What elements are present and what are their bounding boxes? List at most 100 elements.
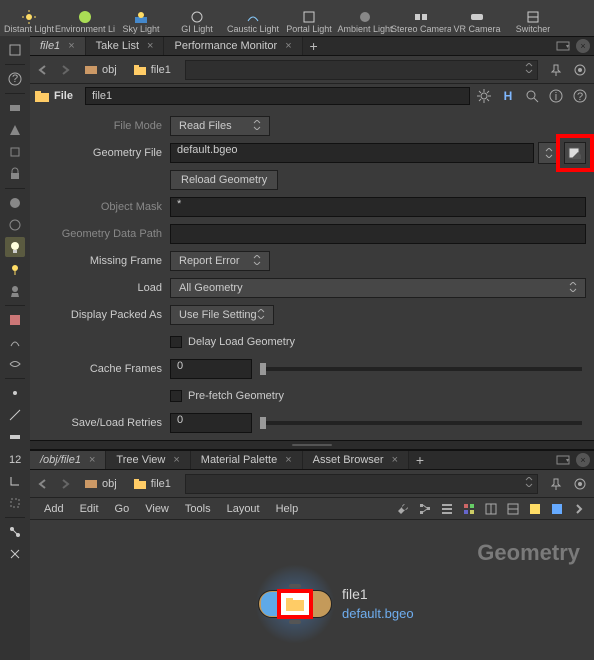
pin-button[interactable] xyxy=(546,60,566,80)
nav-back[interactable] xyxy=(34,61,52,79)
reload-geometry-button[interactable]: Reload Geometry xyxy=(170,170,278,190)
tab--obj-file1[interactable]: /obj/file1× xyxy=(30,451,106,469)
tab-material-palette[interactable]: Material Palette× xyxy=(191,451,303,469)
net-tool-tree[interactable] xyxy=(416,500,434,518)
menu-help[interactable]: Help xyxy=(268,503,307,515)
tool-n[interactable] xyxy=(5,522,25,542)
pane-splitter[interactable] xyxy=(30,440,594,450)
tool-b[interactable] xyxy=(5,120,25,140)
net-tool-d[interactable] xyxy=(570,500,588,518)
menu-add[interactable]: Add xyxy=(36,503,72,515)
close-icon[interactable]: × xyxy=(392,454,398,466)
net-tool-b[interactable] xyxy=(504,500,522,518)
shelf-ambient-light[interactable]: Ambient Light xyxy=(338,8,392,36)
tool-j[interactable] xyxy=(5,354,25,374)
tool-dot[interactable] xyxy=(5,383,25,403)
upper-pane-menu[interactable] xyxy=(554,39,572,53)
shelf-vr-camera[interactable]: VR Camera xyxy=(450,8,504,36)
node-name-input[interactable]: file1 xyxy=(85,87,470,105)
upper-add-tab[interactable]: + xyxy=(303,38,325,54)
retries-slider[interactable] xyxy=(260,421,582,425)
hda-toggle[interactable]: H xyxy=(498,86,518,106)
missing-frame-select[interactable]: Report Error xyxy=(170,251,270,271)
gear-icon[interactable] xyxy=(474,86,494,106)
retries-input[interactable]: 0 xyxy=(170,413,252,433)
tool-g[interactable] xyxy=(5,281,25,301)
menu-edit[interactable]: Edit xyxy=(72,503,107,515)
search-icon[interactable] xyxy=(522,86,542,106)
net-nav-fwd[interactable] xyxy=(56,475,74,493)
close-icon[interactable]: × xyxy=(173,454,179,466)
geo-data-path-input[interactable] xyxy=(170,224,586,244)
shelf-environment-light[interactable]: Environment Light xyxy=(58,8,112,36)
close-icon[interactable]: × xyxy=(285,454,291,466)
path-file1[interactable]: file1 xyxy=(127,60,177,80)
display-packed-select[interactable]: Use File Setting xyxy=(170,305,274,325)
net-tool-wrench[interactable] xyxy=(394,500,412,518)
tool-lock[interactable] xyxy=(5,164,25,184)
shelf-portal-light[interactable]: Portal Light xyxy=(282,8,336,36)
close-icon[interactable]: × xyxy=(89,454,95,466)
shelf-gi-light[interactable]: GI Light xyxy=(170,8,224,36)
net-path-field[interactable] xyxy=(185,474,538,494)
tool-k[interactable] xyxy=(5,427,25,447)
upper-pane-close[interactable]: × xyxy=(576,39,590,53)
cache-frames-input[interactable]: 0 xyxy=(170,359,252,379)
delay-load-checkbox[interactable]: Delay Load Geometry xyxy=(170,336,295,348)
net-pin-button[interactable] xyxy=(546,474,566,494)
tool-select[interactable] xyxy=(5,40,25,60)
link-toggle[interactable] xyxy=(570,60,590,80)
tool-help[interactable]: ? xyxy=(5,69,25,89)
tool-line[interactable] xyxy=(5,405,25,425)
net-path-file1[interactable]: file1 xyxy=(127,474,177,494)
net-path-obj[interactable]: obj xyxy=(78,474,123,494)
nav-fwd[interactable] xyxy=(56,61,74,79)
tool-bulb[interactable] xyxy=(5,237,25,257)
net-tool-c[interactable] xyxy=(548,500,566,518)
net-link-toggle[interactable] xyxy=(570,474,590,494)
object-mask-input[interactable]: * xyxy=(170,197,586,217)
shelf-caustic-light[interactable]: Caustic Light xyxy=(226,8,280,36)
file-mode-select[interactable]: Read Files xyxy=(170,116,270,136)
shelf-stereo-camera[interactable]: Stereo Camera xyxy=(394,8,448,36)
tool-12[interactable]: 12 xyxy=(5,449,25,469)
lower-pane-close[interactable]: × xyxy=(576,453,590,467)
shelf-distant-light[interactable]: Distant Light xyxy=(2,8,56,36)
menu-go[interactable]: Go xyxy=(107,503,138,515)
lower-add-tab[interactable]: + xyxy=(409,452,431,468)
help-icon[interactable]: ? xyxy=(570,86,590,106)
path-obj[interactable]: obj xyxy=(78,60,123,80)
tab-asset-browser[interactable]: Asset Browser× xyxy=(303,451,409,469)
geometry-file-menu[interactable] xyxy=(538,142,560,164)
info-icon[interactable]: i xyxy=(546,86,566,106)
net-tool-grid[interactable] xyxy=(460,500,478,518)
tool-o[interactable] xyxy=(5,544,25,564)
lower-pane-menu[interactable] xyxy=(554,453,572,467)
menu-view[interactable]: View xyxy=(137,503,177,515)
geometry-file-input[interactable]: default.bgeo xyxy=(170,143,534,163)
path-field[interactable] xyxy=(185,60,538,80)
menu-layout[interactable]: Layout xyxy=(219,503,268,515)
close-icon[interactable]: × xyxy=(68,40,74,52)
file-node[interactable] xyxy=(258,590,332,618)
tool-d[interactable] xyxy=(5,193,25,213)
cache-frames-slider[interactable] xyxy=(260,367,582,371)
close-icon[interactable]: × xyxy=(285,40,291,52)
menu-tools[interactable]: Tools xyxy=(177,503,219,515)
tool-e[interactable] xyxy=(5,215,25,235)
tool-m[interactable] xyxy=(5,493,25,513)
file-chooser-button[interactable] xyxy=(564,142,586,164)
tool-c[interactable] xyxy=(5,142,25,162)
net-tool-note[interactable] xyxy=(526,500,544,518)
tool-a[interactable] xyxy=(5,98,25,118)
tool-i[interactable] xyxy=(5,332,25,352)
tool-l[interactable] xyxy=(5,471,25,491)
tab-file1[interactable]: file1× xyxy=(30,37,86,55)
shelf-switcher[interactable]: Switcher xyxy=(506,8,560,36)
close-icon[interactable]: × xyxy=(147,40,153,52)
tab-performance-monitor[interactable]: Performance Monitor× xyxy=(164,37,302,55)
tool-f[interactable] xyxy=(5,259,25,279)
tab-tree-view[interactable]: Tree View× xyxy=(106,451,190,469)
tab-take-list[interactable]: Take List× xyxy=(86,37,165,55)
prefetch-checkbox[interactable]: Pre-fetch Geometry xyxy=(170,390,284,402)
